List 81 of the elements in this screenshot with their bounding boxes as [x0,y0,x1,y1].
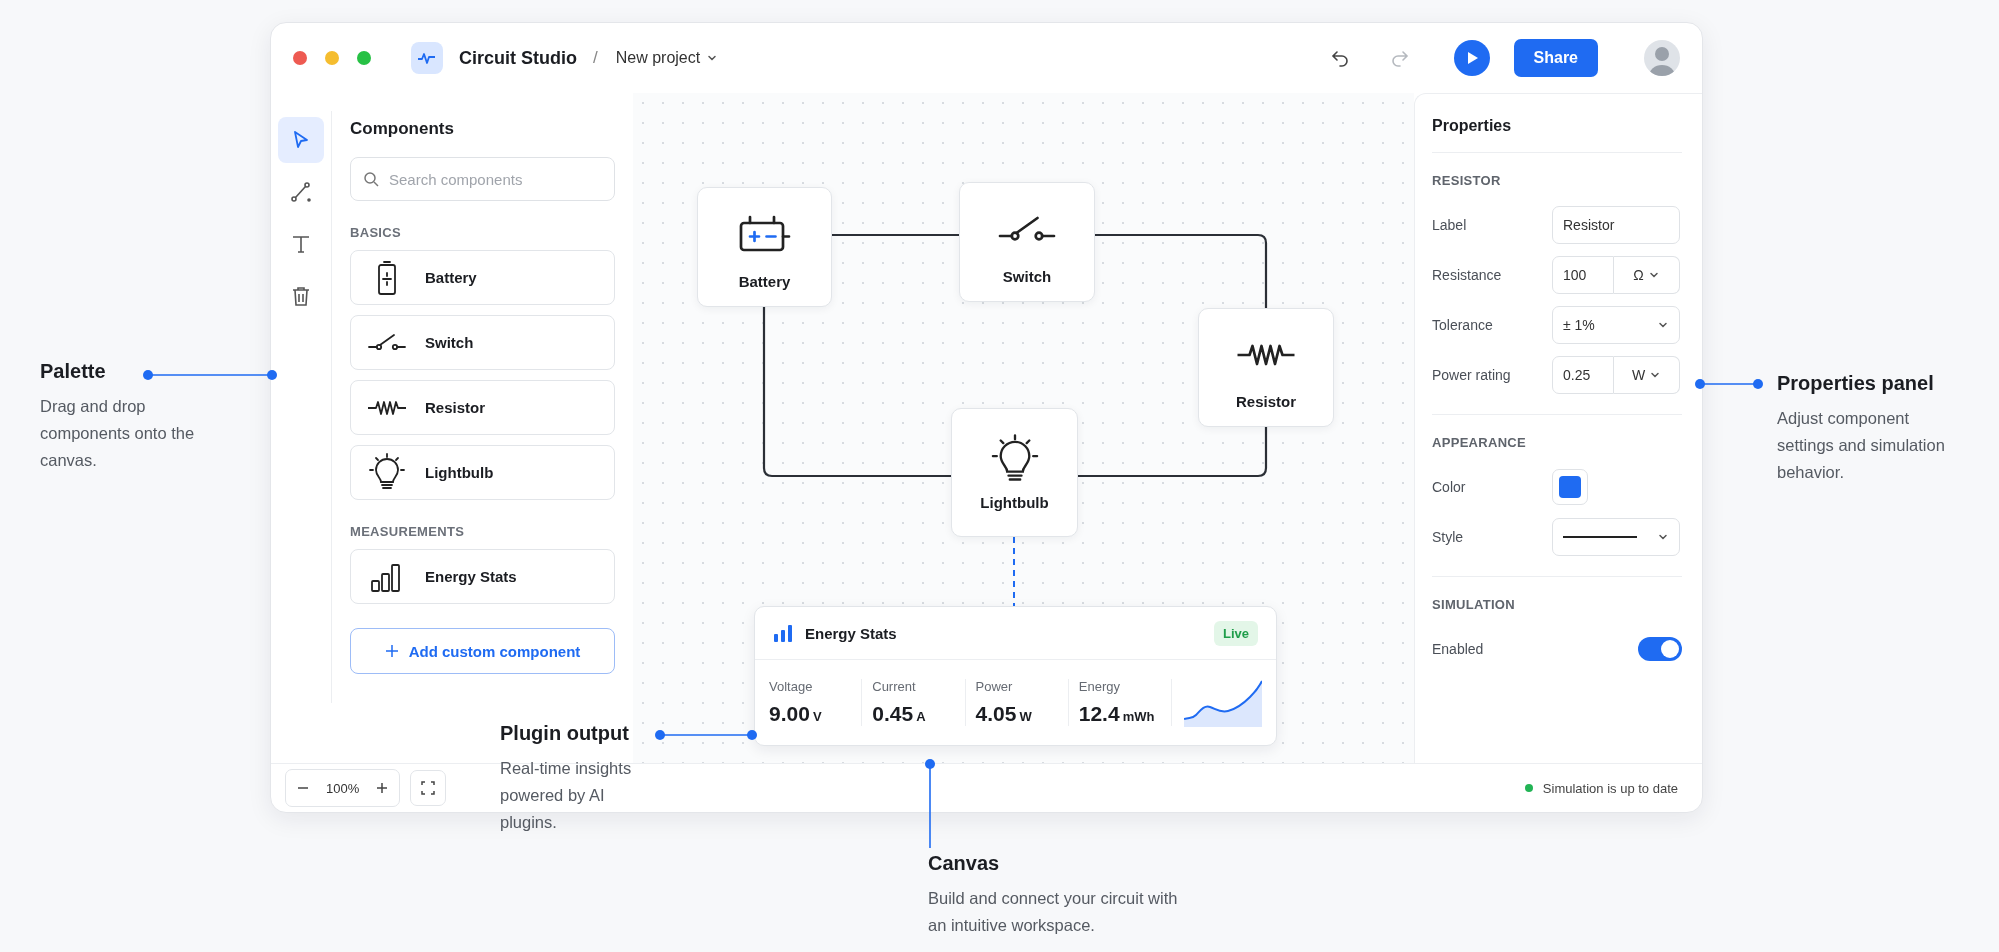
trash-tool-icon [290,285,312,307]
minimize-dot[interactable] [325,51,339,65]
project-dropdown[interactable]: New project [613,47,721,69]
node-label: Lightbulb [980,494,1049,511]
circuit-node[interactable]: Battery [697,187,832,307]
close-dot[interactable] [293,51,307,65]
component-item[interactable]: Switch [350,315,615,370]
node-label: Switch [1002,267,1052,285]
maximize-dot[interactable] [357,51,371,65]
fit-screen-icon[interactable] [410,770,447,806]
search-icon [363,171,379,187]
circuit-node[interactable]: Resistor [1198,308,1334,427]
metric-label: Energy [1078,679,1121,694]
field-label: Label [1432,217,1468,233]
metric-value: 9.00 V [769,702,823,726]
metric-value: 12.4 mWh [1078,702,1156,726]
callout-title: Canvas [928,852,1000,875]
node-label: Resistor [1236,393,1296,410]
app-logo-icon [411,42,443,74]
color-swatch[interactable] [1552,469,1588,505]
status-dot [1524,784,1533,792]
leader-line [1694,378,1764,390]
field-label: Resistance [1432,267,1503,283]
wire-tool-icon [290,181,312,203]
toggle-switch[interactable] [1638,637,1682,661]
component-item[interactable]: Resistor [350,380,615,435]
unit-dropdown[interactable]: Ω [1614,256,1680,294]
card-title: Energy Stats [805,624,898,642]
unit-dropdown[interactable]: W [1614,356,1680,394]
callout-title: Plugin output [500,722,629,745]
field-label: Tolerance [1432,317,1494,333]
callout-text: Build and connect your circuit with an intuitive workspace. [928,888,1178,937]
zoom-level: 100% [325,780,361,796]
component-item[interactable]: Battery [350,250,615,305]
callout-text: Real-time insights powered by AI plugins. [500,758,633,834]
breadcrumb-separator: / [593,48,598,68]
field-label: Enabled [1432,641,1485,657]
callout-title: Palette [40,360,106,383]
section-heading: SIMULATION [1432,597,1516,612]
section-heading: MEASUREMENTS [350,524,466,539]
callout-title: Properties panel [1777,372,1934,395]
field-label: Color [1432,479,1467,495]
circuit-node[interactable]: Switch [959,182,1095,302]
line-style-dropdown[interactable] [1552,518,1680,556]
bar-chart-icon [773,624,793,642]
number-field[interactable]: 100 [1552,256,1614,294]
status-text: Simulation is up to date [1542,780,1678,796]
callout-text: Drag and drop components onto the canvas. [40,396,196,472]
label-field[interactable]: Resistor [1552,206,1680,244]
number-field[interactable]: 0.25 [1552,356,1614,394]
metric-value: 4.05 W [975,702,1033,726]
plus-icon [384,644,399,658]
node-label: Battery [738,272,791,290]
component-item[interactable]: Energy Stats [350,549,615,604]
callout-text: Adjust component settings and simulation behavior. [1777,408,1946,484]
section-heading: BASICS [350,225,402,240]
app-title: Circuit Studio [459,47,577,69]
user-avatar[interactable] [1644,40,1680,76]
panel-title: Components [350,119,455,139]
metric-label: Power [975,679,1014,694]
metric-label: Current [872,679,917,694]
field-label: Power rating [1432,367,1512,383]
section-heading: RESISTOR [1432,173,1502,188]
component-item[interactable]: Lightbulb [350,445,615,500]
live-badge: Live [1214,620,1258,646]
share-button[interactable]: Share [1513,39,1598,77]
search-field[interactable]: Search components [350,157,615,201]
solid-line-icon [1563,535,1637,539]
text-tool-icon [290,233,312,255]
metric-value: 0.45 A [872,702,927,726]
tolerance-dropdown[interactable]: ± 1% [1552,306,1680,344]
section-heading: APPEARANCE [1432,435,1527,450]
canvas[interactable]: Battery Switch Resistor Lightbulb Energy Stats Live Voltage 9.00 V Current 0.45 A Power 4.05 W Energy 12.4 mWh [633,93,1414,763]
circuit-node[interactable]: Lightbulb [951,408,1078,537]
panel-title: Properties [1432,94,1682,153]
pointer-tool[interactable] [278,117,324,163]
play-button[interactable] [1453,40,1490,76]
dashed-wire [1013,536,1015,607]
metric-label: Voltage [769,679,814,694]
add-component-button[interactable]: Add custom component [350,628,615,674]
field-label: Style [1432,529,1465,545]
